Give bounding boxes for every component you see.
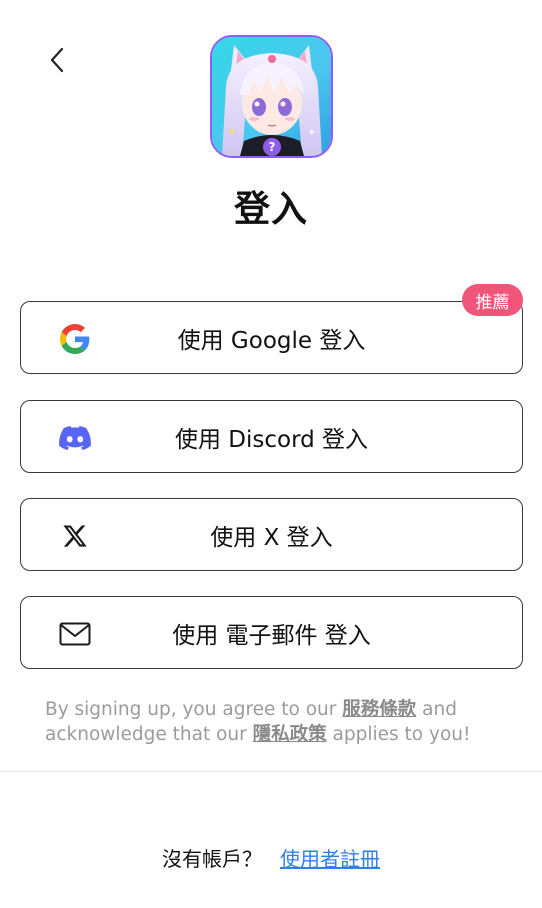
terms-text-1: By signing up, you agree to our [45, 699, 343, 720]
page-title: 登入 [233, 189, 308, 230]
terms-of-service-link[interactable]: 服務條款 [342, 699, 416, 720]
chevron-left-icon [50, 47, 64, 73]
terms-text-3: applies to you! [326, 724, 471, 745]
discord-login-label: 使用 Discord 登入 [174, 426, 369, 453]
back-button[interactable] [38, 40, 78, 80]
divider [0, 771, 542, 772]
discord-login-button[interactable]: 使用 Discord 登入 [20, 400, 523, 473]
privacy-policy-link[interactable]: 隱私政策 [253, 724, 327, 745]
no-account-question: 沒有帳戶？ [162, 847, 262, 871]
recommended-badge: 推薦 [462, 284, 523, 316]
email-login-button[interactable]: 使用 電子郵件 登入 [20, 596, 523, 669]
terms-notice: By signing up, you agree to our 服務條款 and… [45, 697, 515, 747]
google-login-button[interactable]: 使用 Google 登入 [20, 301, 523, 374]
x-login-button[interactable]: 使用 X 登入 [20, 498, 523, 571]
x-login-label: 使用 X 登入 [210, 524, 333, 551]
google-login-label: 使用 Google 登入 [177, 327, 366, 354]
email-login-label: 使用 電子郵件 登入 [172, 622, 371, 649]
login-page: ? ✦ ✦ 登入 推薦 使用 Google 登入 使用 Discord 登入 使… [0, 0, 542, 908]
svg-text:✦: ✦ [228, 127, 236, 138]
svg-text:?: ? [269, 140, 276, 154]
app-logo: ? ✦ ✦ [210, 35, 333, 158]
svg-text:✦: ✦ [308, 128, 316, 138]
signup-footer: 沒有帳戶？ 使用者註冊 [0, 843, 542, 872]
register-link[interactable]: 使用者註冊 [280, 847, 380, 871]
